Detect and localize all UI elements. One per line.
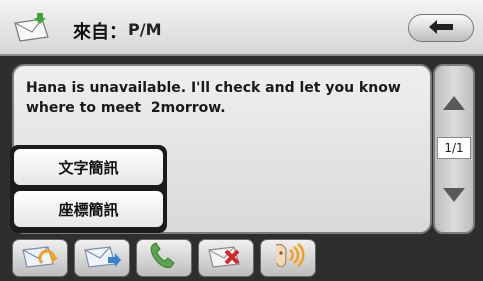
forward-icon	[82, 241, 122, 275]
reply-button[interactable]	[12, 239, 68, 277]
read-aloud-button[interactable]	[260, 239, 316, 277]
back-button[interactable]	[408, 14, 474, 42]
back-arrow-icon	[429, 19, 453, 38]
bottom-toolbar	[0, 236, 483, 281]
delete-icon	[206, 241, 246, 275]
page-indicator: 1/1	[437, 137, 471, 159]
from-label: 來自：	[73, 22, 127, 43]
forward-button[interactable]	[74, 239, 130, 277]
menu-item-text-sms[interactable]: 文字簡訊	[14, 149, 163, 185]
scroll-down-button[interactable]	[439, 166, 469, 226]
scroll-up-icon	[443, 95, 465, 114]
read-aloud-icon	[270, 241, 306, 275]
message-text: Hana is unavailable. I'll check and let …	[26, 80, 401, 116]
envelope-arrow-icon	[12, 11, 52, 45]
call-icon	[146, 241, 182, 275]
reply-icon	[20, 241, 60, 275]
scroll-down-icon	[443, 187, 465, 206]
message-screen: 來自： P/M Hana is unavailable. I'll check …	[0, 0, 483, 281]
scroll-up-button[interactable]	[439, 74, 469, 134]
menu-item-location-sms[interactable]: 座標簡訊	[14, 191, 163, 227]
call-button[interactable]	[136, 239, 192, 277]
reply-type-menu: 文字簡訊 座標簡訊	[10, 145, 167, 233]
header-bar: 來自： P/M	[0, 0, 483, 56]
sender-name: P/M	[128, 20, 162, 39]
scroll-bar: 1/1	[433, 64, 475, 234]
delete-button[interactable]	[198, 239, 254, 277]
